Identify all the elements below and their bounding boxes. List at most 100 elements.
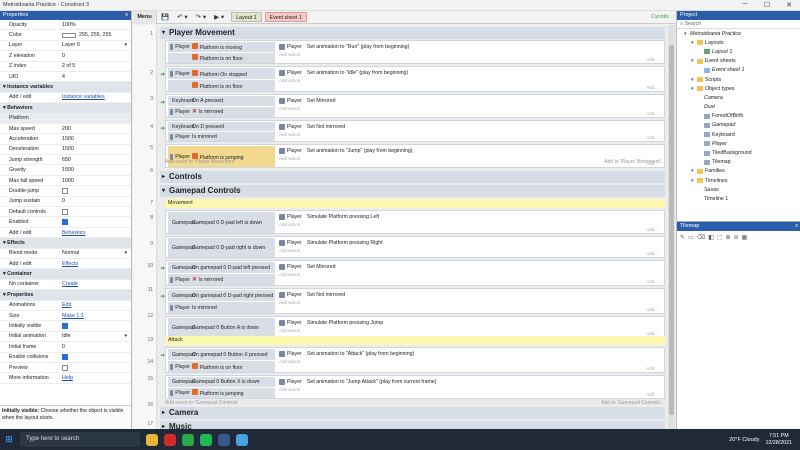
chevron-down-icon[interactable]: ▾ <box>124 333 127 339</box>
tree-item-timeline-1[interactable]: Timeline 1 <box>677 194 800 203</box>
property-value[interactable] <box>62 364 131 371</box>
file-explorer-icon[interactable] <box>146 433 158 446</box>
event-condition[interactable]: Platform is on floor <box>168 80 275 91</box>
property-row-enable-collisions[interactable]: Enable collisions <box>0 353 131 363</box>
add-action-link[interactable]: Add action <box>279 328 300 333</box>
add-action-link[interactable]: Add action <box>279 222 300 227</box>
add-event-link[interactable]: Add event to 'Player Movement' <box>165 159 235 165</box>
event-condition[interactable]: Gamepad On gamepad 0 Button X pressed <box>168 349 275 360</box>
event-action[interactable]: Player Set animation to "Attack" (play fr… <box>279 349 664 358</box>
tab-layout-1[interactable]: Layout 1 <box>231 12 262 22</box>
event-condition[interactable]: Gamepad Gamepad 0 D-pad right is down <box>168 238 275 257</box>
grid-icon[interactable]: ▦ <box>742 234 748 241</box>
maximize-button[interactable]: ☐ <box>756 1 778 9</box>
weather-widget[interactable]: 20°F Cloudy <box>729 437 759 443</box>
link-help[interactable]: Help <box>62 375 73 381</box>
link-make-1-1[interactable]: Make 1:1 <box>62 313 84 319</box>
property-row-jump-strength[interactable]: Jump strength 650 <box>0 155 131 166</box>
link-edit[interactable]: Edit <box>62 302 71 308</box>
add-action-right[interactable]: Add... <box>646 111 658 116</box>
chevron-down-icon[interactable]: ▾ <box>124 250 127 256</box>
property-row-acceleration[interactable]: Acceleration 1500 <box>0 134 131 145</box>
add-to-group-link[interactable]: Add to 'Player Movement'... <box>604 159 665 165</box>
checkbox[interactable] <box>62 364 68 371</box>
eraser-icon[interactable]: ⌫ <box>697 234 705 241</box>
add-action-link[interactable]: Add action <box>279 387 300 392</box>
add-action-right[interactable]: Add... <box>646 307 658 312</box>
event-sheet-scrollbar[interactable] <box>668 25 675 429</box>
group-header[interactable]: Camera <box>160 407 665 419</box>
property-row-default-controls[interactable]: Default controls <box>0 207 131 218</box>
tree-item-scripts[interactable]: ▾ Scripts <box>677 75 800 84</box>
add-action-right[interactable]: Add... <box>646 57 658 62</box>
link-create[interactable]: Create <box>62 281 78 287</box>
property-row-size[interactable]: Size Make 1:1 <box>0 311 131 322</box>
event-block[interactable]: Keyboard On D pressed Player Is mirrored Pla… <box>160 120 665 142</box>
event-action[interactable]: Player Set animation to "Jump Attack" (pl… <box>279 377 664 386</box>
user-account[interactable]: Cycotix <box>651 14 669 20</box>
add-action-link[interactable]: Add action <box>279 272 300 277</box>
taskbar-search-input[interactable]: Type here to search <box>20 432 140 447</box>
tree-item-forestofbirth[interactable]: ForestOfBirth <box>677 112 800 121</box>
property-row-layer[interactable]: Layer Layer 0 ▾ <box>0 41 131 52</box>
add-to-group-link[interactable]: Add to 'Gamepad Controls'... <box>601 400 665 406</box>
project-search-input[interactable]: ⌕ Search <box>677 20 800 29</box>
zoom-out-icon[interactable]: ⊖ <box>734 234 739 241</box>
event-action[interactable]: Player Simulate Platform pressing Left <box>279 212 664 221</box>
select-icon[interactable]: ⬚ <box>717 234 723 241</box>
checkbox[interactable] <box>62 208 68 215</box>
property-row-uid[interactable]: UID 4 <box>0 72 131 83</box>
link-effects[interactable]: Effects <box>62 261 78 267</box>
property-value[interactable] <box>62 323 131 330</box>
event-action[interactable]: Player Set animation to "Jump" (play from… <box>279 146 664 155</box>
add-action-right[interactable]: Add... <box>646 85 658 90</box>
event-condition[interactable]: Keyboard On D pressed <box>168 122 275 131</box>
tree-item-timelines[interactable]: ▾ Timelines <box>677 176 800 185</box>
property-row-jump-sustain[interactable]: Jump sustain 0 <box>0 197 131 208</box>
property-value[interactable]: Layer 0 ▾ <box>62 42 131 48</box>
property-row-z-elevation[interactable]: Z elevation 0 <box>0 51 131 62</box>
add-action-link[interactable]: Add action <box>279 106 300 111</box>
event-block[interactable]: Player Platform On stopped Platform is o… <box>160 66 665 92</box>
add-action-link[interactable]: Add action <box>279 156 300 161</box>
event-condition[interactable]: Keyboard On A pressed <box>168 96 275 106</box>
event-block[interactable]: Gamepad Gamepad 0 D-pad left is down Playe… <box>165 210 665 234</box>
close-icon[interactable]: x <box>125 11 131 20</box>
event-condition[interactable]: Player Platform is on floor <box>168 361 275 372</box>
event-condition[interactable]: Player ✕ Is mirrored <box>168 274 275 285</box>
add-action-right[interactable]: Add... <box>646 279 658 284</box>
section-effects[interactable]: ▾ Effects <box>0 238 131 249</box>
link-instance-variables[interactable]: Instance variables <box>62 94 105 100</box>
spotify-icon[interactable] <box>200 433 212 446</box>
event-condition[interactable]: Gamepad Gamepad 0 D-pad left is down <box>168 212 275 233</box>
close-button[interactable]: ✕ <box>778 1 800 9</box>
event-block[interactable]: Gamepad Gamepad 0 Button A is down Player S… <box>165 316 665 338</box>
checkbox[interactable] <box>62 187 68 194</box>
rectangle-icon[interactable]: ▭ <box>688 234 694 241</box>
property-row-max-fall-speed[interactable]: Max fall speed 1000 <box>0 176 131 187</box>
fill-icon[interactable]: ◧ <box>708 234 714 241</box>
add-action-link[interactable]: Add action <box>279 52 300 57</box>
property-row-opacity[interactable]: Opacity 100% <box>0 20 131 31</box>
event-action[interactable]: Player Set animation to "Run" (play from … <box>279 42 664 51</box>
tree-item-layout-1[interactable]: Layout 1 <box>677 47 800 56</box>
section-instance-variables[interactable]: ▾ Instance variables <box>0 82 131 93</box>
event-condition[interactable]: Player Platform On stopped <box>168 68 275 79</box>
clock[interactable]: 7:51 PM 12/28/2021 <box>765 433 792 447</box>
tree-item-tiledbackground[interactable]: TiledBackground <box>677 148 800 157</box>
event-condition[interactable]: Player Is mirrored <box>168 132 275 141</box>
property-value[interactable]: Create <box>62 281 131 287</box>
tree-item-gamepad[interactable]: Gamepad <box>677 121 800 130</box>
event-block[interactable]: Gamepad On gamepad 0 Button X pressed Play… <box>160 347 665 373</box>
group-header[interactable]: Controls <box>160 171 665 183</box>
event-action[interactable]: Player Set Mirrored <box>279 262 664 271</box>
property-value[interactable] <box>62 187 131 194</box>
tree-item-camera[interactable]: Camera <box>677 93 800 102</box>
property-row-preview[interactable]: Preview <box>0 363 131 374</box>
property-row-gravity[interactable]: Gravity 1500 <box>0 165 131 176</box>
tree-item-event-sheets[interactable]: ▾ Event sheets <box>677 57 800 66</box>
tree-item-families[interactable]: ▾ Families <box>677 167 800 176</box>
pencil-icon[interactable]: ✎ <box>680 234 685 241</box>
add-action-right[interactable]: Add... <box>646 135 658 140</box>
menu-button[interactable]: Menu <box>133 11 157 24</box>
